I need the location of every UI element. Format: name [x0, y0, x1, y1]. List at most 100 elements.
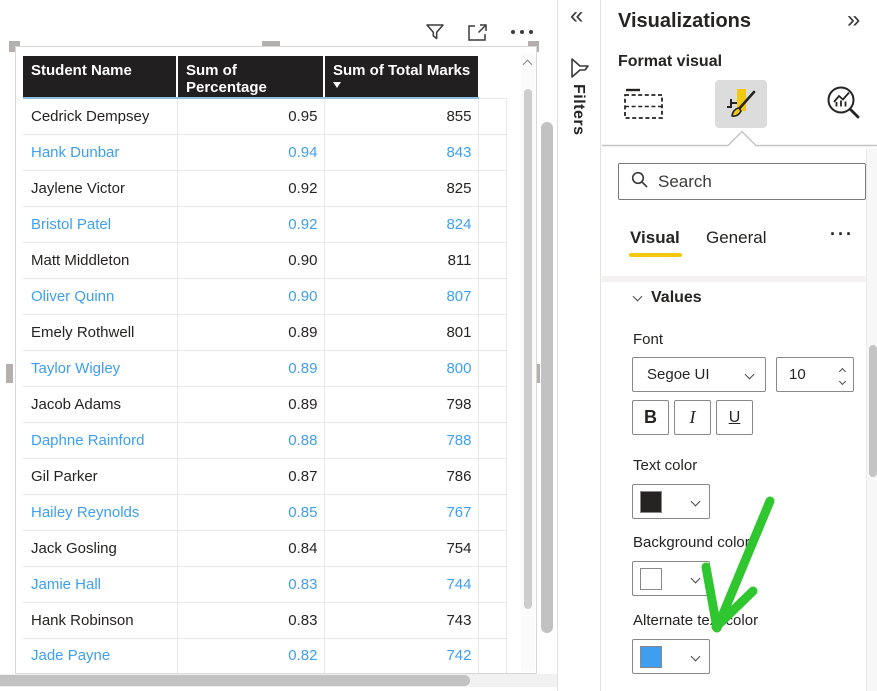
column-header-sum-of-percentage[interactable]: Sum of Percentage	[176, 56, 324, 99]
cell-sum-of-percentage[interactable]: 0.90	[177, 242, 325, 279]
pane-scrollbar-track[interactable]	[866, 148, 877, 691]
cell-student-name[interactable]: Hank Dunbar	[23, 134, 178, 171]
format-visual-tab-icon-selected[interactable]	[715, 80, 767, 128]
more-options-icon[interactable]	[509, 28, 535, 36]
background-color-picker[interactable]	[632, 561, 710, 596]
cell-sum-of-percentage[interactable]: 0.83	[177, 566, 325, 603]
font-family-dropdown[interactable]: Segoe UI	[632, 357, 766, 392]
cell-sum-of-total-marks[interactable]: 788	[324, 422, 479, 459]
collapse-visualizations-pane-icon[interactable]: »	[847, 8, 860, 32]
tab-visual[interactable]: Visual	[630, 228, 680, 248]
cell-sum-of-total-marks[interactable]: 800	[324, 350, 479, 387]
cell-sum-of-percentage[interactable]: 0.92	[177, 206, 325, 243]
cell-student-name[interactable]: Jacob Adams	[23, 386, 178, 423]
cell-sum-of-total-marks[interactable]: 754	[324, 530, 479, 567]
cell-sum-of-total-marks[interactable]: 786	[324, 458, 479, 495]
cell-sum-of-percentage[interactable]: 0.88	[177, 422, 325, 459]
cell-student-name[interactable]: Jack Gosling	[23, 530, 178, 567]
table-row[interactable]: Jacob Adams 0.89 798	[23, 386, 507, 423]
table-row[interactable]: Hank Dunbar 0.94 843	[23, 134, 507, 171]
table-row[interactable]: Taylor Wigley 0.89 800	[23, 350, 507, 387]
focus-mode-icon[interactable]	[466, 22, 489, 43]
cell-sum-of-total-marks[interactable]: 824	[324, 206, 479, 243]
resize-handle-mid-left[interactable]	[6, 364, 13, 383]
alternate-text-color-swatch[interactable]	[640, 645, 662, 668]
cell-sum-of-total-marks[interactable]: 843	[324, 134, 479, 171]
table-row[interactable]: Jack Gosling 0.84 754	[23, 530, 507, 567]
cell-student-name[interactable]: Hailey Reynolds	[23, 494, 178, 531]
expand-filters-pane-icon[interactable]: «	[570, 4, 583, 28]
table-visual[interactable]: Student Name Sum of Percentage Sum of To…	[15, 46, 537, 674]
cell-sum-of-percentage[interactable]: 0.94	[177, 134, 325, 171]
cell-student-name[interactable]: Taylor Wigley	[23, 350, 178, 387]
cell-sum-of-percentage[interactable]: 0.87	[177, 458, 325, 495]
table-row[interactable]: Oliver Quinn 0.90 807	[23, 278, 507, 315]
column-header-student-name[interactable]: Student Name	[23, 56, 177, 99]
italic-button[interactable]: I	[674, 400, 711, 435]
build-visual-tab-icon[interactable]	[618, 80, 670, 128]
text-color-swatch[interactable]	[640, 490, 662, 513]
cell-sum-of-percentage[interactable]: 0.82	[177, 638, 325, 673]
cell-student-name[interactable]: Cedrick Dempsey	[23, 98, 178, 135]
cell-sum-of-percentage[interactable]: 0.92	[177, 170, 325, 207]
format-search-box[interactable]	[618, 163, 866, 200]
table-row[interactable]: Daphne Rainford 0.88 788	[23, 422, 507, 459]
cell-sum-of-percentage[interactable]: 0.85	[177, 494, 325, 531]
cell-student-name[interactable]: Oliver Quinn	[23, 278, 178, 315]
cell-sum-of-percentage[interactable]: 0.90	[177, 278, 325, 315]
background-color-swatch[interactable]	[640, 567, 662, 590]
cell-sum-of-total-marks[interactable]: 825	[324, 170, 479, 207]
canvas-horizontal-scrollbar-thumb[interactable]	[0, 675, 470, 686]
cell-sum-of-total-marks[interactable]: 801	[324, 314, 479, 351]
cell-student-name[interactable]: Matt Middleton	[23, 242, 178, 279]
cell-sum-of-percentage[interactable]: 0.89	[177, 350, 325, 387]
table-scrollbar-thumb[interactable]	[524, 89, 532, 609]
cell-sum-of-total-marks[interactable]: 742	[324, 638, 479, 673]
table-row[interactable]: Emely Rothwell 0.89 801	[23, 314, 507, 351]
filters-funnel-icon[interactable]	[567, 55, 593, 86]
alternate-text-color-picker[interactable]	[632, 639, 710, 674]
cell-sum-of-total-marks[interactable]: 807	[324, 278, 479, 315]
increment-icon[interactable]	[838, 367, 847, 375]
cell-student-name[interactable]: Gil Parker	[23, 458, 178, 495]
cell-sum-of-total-marks[interactable]: 811	[324, 242, 479, 279]
table-row[interactable]: Hailey Reynolds 0.85 767	[23, 494, 507, 531]
cell-student-name[interactable]: Daphne Rainford	[23, 422, 178, 459]
table-row[interactable]: Jaylene Victor 0.92 825	[23, 170, 507, 207]
table-row[interactable]: Jamie Hall 0.83 744	[23, 566, 507, 603]
tabs-more-options-icon[interactable]: ···	[830, 224, 854, 245]
underline-button[interactable]: U	[716, 400, 753, 435]
cell-sum-of-total-marks[interactable]: 767	[324, 494, 479, 531]
cell-student-name[interactable]: Bristol Patel	[23, 206, 178, 243]
search-input[interactable]	[658, 171, 838, 192]
pane-scrollbar-thumb[interactable]	[869, 345, 877, 477]
table-row[interactable]: Matt Middleton 0.90 811	[23, 242, 507, 279]
table-row[interactable]: Cedrick Dempsey 0.95 855	[23, 98, 507, 135]
bold-button[interactable]: B	[632, 400, 669, 435]
cell-sum-of-percentage[interactable]: 0.83	[177, 602, 325, 639]
canvas-vertical-scrollbar-thumb[interactable]	[541, 122, 553, 633]
cell-student-name[interactable]: Hank Robinson	[23, 602, 178, 639]
decrement-icon[interactable]	[838, 377, 847, 385]
analytics-tab-icon[interactable]	[818, 80, 870, 128]
cell-sum-of-total-marks[interactable]: 798	[324, 386, 479, 423]
values-section-header[interactable]: Values	[632, 289, 702, 307]
cell-sum-of-percentage[interactable]: 0.89	[177, 314, 325, 351]
cell-sum-of-total-marks[interactable]: 855	[324, 98, 479, 135]
cell-sum-of-total-marks[interactable]: 743	[324, 602, 479, 639]
cell-student-name[interactable]: Emely Rothwell	[23, 314, 178, 351]
scroll-up-icon[interactable]	[522, 59, 533, 70]
cell-sum-of-percentage[interactable]: 0.84	[177, 530, 325, 567]
table-row[interactable]: Jade Payne 0.82 742	[23, 638, 507, 673]
table-row[interactable]: Hank Robinson 0.83 743	[23, 602, 507, 639]
filter-funnel-icon[interactable]	[424, 21, 446, 43]
text-color-picker[interactable]	[632, 484, 710, 519]
cell-student-name[interactable]: Jade Payne	[23, 638, 178, 673]
table-row[interactable]: Gil Parker 0.87 786	[23, 458, 507, 495]
cell-sum-of-percentage[interactable]: 0.89	[177, 386, 325, 423]
font-size-stepper[interactable]: 10	[776, 357, 854, 392]
tab-general[interactable]: General	[706, 228, 766, 248]
table-row[interactable]: Bristol Patel 0.92 824	[23, 206, 507, 243]
cell-student-name[interactable]: Jamie Hall	[23, 566, 178, 603]
column-header-sum-of-total-marks[interactable]: Sum of Total Marks	[323, 56, 478, 99]
